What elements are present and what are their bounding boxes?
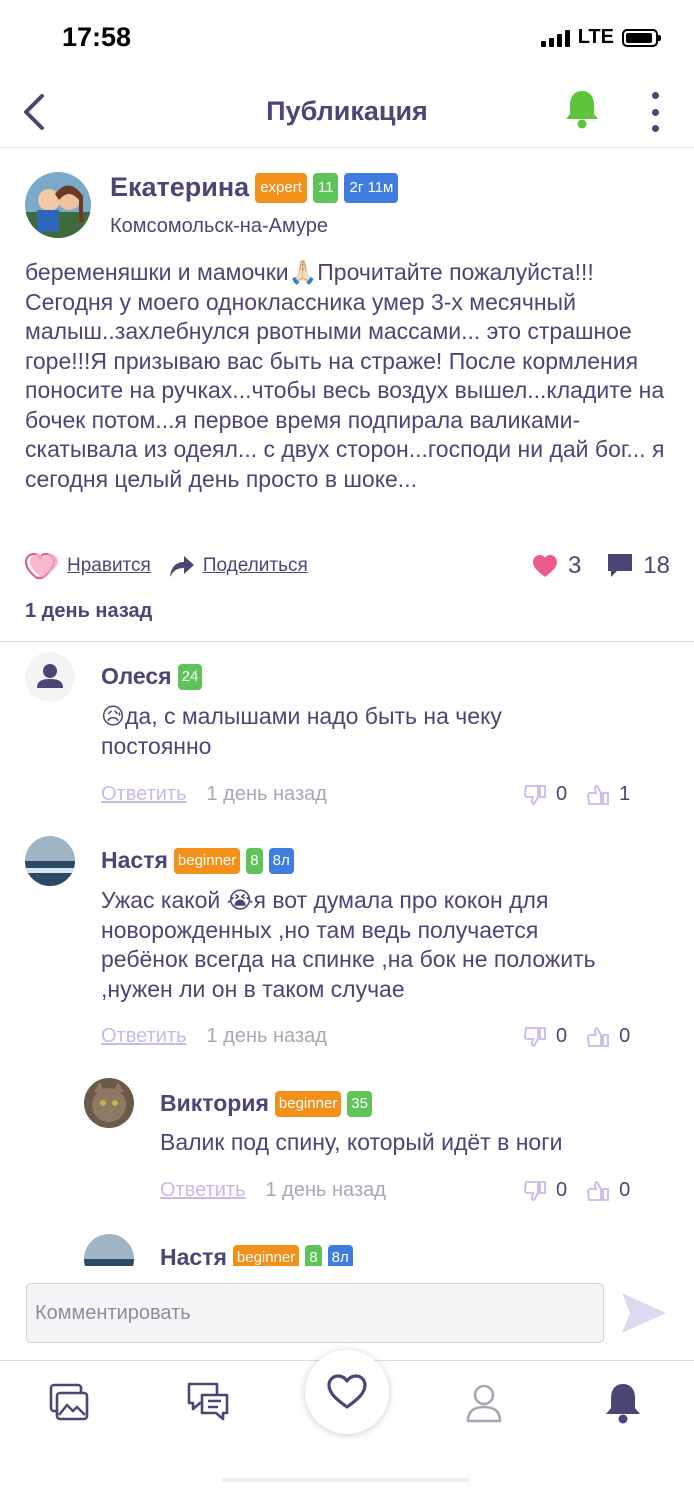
comment-author[interactable]: Настя: [160, 1244, 227, 1266]
comment-author[interactable]: Настя: [101, 847, 168, 874]
status-time: 17:58: [62, 22, 132, 52]
reply-link[interactable]: Ответить: [160, 1179, 246, 1202]
comment-icon[interactable]: [607, 553, 633, 579]
comment-avatar[interactable]: [25, 836, 75, 886]
thumbs-down-icon[interactable]: [524, 784, 546, 806]
comment-meta: Ответить 1 день назад: [101, 783, 327, 806]
comment-time: 1 день назад: [206, 783, 327, 805]
share-button[interactable]: Поделиться: [169, 554, 308, 578]
comment-votes: 0 0: [524, 1025, 650, 1048]
comment-votes: 0 0: [524, 1179, 650, 1202]
likes-count: 3: [567, 552, 582, 579]
thumbs-up-icon[interactable]: [587, 1026, 610, 1048]
comment-author-row: Настя beginner 8 8л: [160, 1244, 353, 1266]
favorites-button[interactable]: [305, 1350, 389, 1434]
battery-icon: [622, 28, 661, 47]
comment-author-row: Олеся 24: [101, 663, 203, 690]
chat-icon[interactable]: [186, 1381, 230, 1425]
thumbs-up-icon[interactable]: [587, 1180, 610, 1202]
comment-time: 1 день назад: [206, 1025, 327, 1047]
post-time: 1 день назад: [25, 600, 153, 622]
comment-author-row: Виктория beginner 35: [160, 1090, 372, 1117]
like-count: 1: [619, 783, 631, 805]
thumbs-up-icon[interactable]: [587, 784, 610, 806]
like-button[interactable]: Нравится: [25, 552, 151, 580]
comment-author-row: Настя beginner 8 8л: [101, 847, 294, 874]
divider: [0, 641, 694, 642]
age-badge: 8л: [268, 847, 294, 874]
heart-outline-icon: [25, 552, 58, 580]
comment-votes: 0 1: [524, 783, 650, 806]
heart-filled-icon: [532, 555, 557, 577]
comment-partial: Настя beginner 8 8л: [0, 1230, 694, 1266]
signal-icon: [540, 29, 570, 47]
thumbs-down-icon[interactable]: [524, 1026, 546, 1048]
thumbs-down-icon[interactable]: [524, 1180, 546, 1202]
notifications-icon[interactable]: [601, 1381, 645, 1425]
status-indicators: LTE: [540, 26, 661, 49]
age-badge: 8л: [327, 1244, 353, 1266]
level-badge: beginner: [274, 1090, 342, 1117]
comment-avatar[interactable]: [25, 652, 75, 702]
count-badge: 35: [347, 1090, 372, 1117]
comment-text: Валик под спину, который идёт в ноги: [160, 1129, 563, 1155]
author-avatar[interactable]: [25, 172, 91, 238]
count-badge: 8: [246, 847, 263, 874]
heart-icon: [327, 1374, 367, 1409]
like-count: 0: [619, 1025, 631, 1047]
profile-icon[interactable]: [462, 1381, 506, 1425]
comment-avatar[interactable]: [84, 1234, 134, 1266]
level-badge: expert: [255, 172, 307, 203]
comment-input[interactable]: Комментировать: [26, 1283, 604, 1343]
level-badge: beginner: [232, 1244, 300, 1266]
home-indicator: [222, 1478, 470, 1482]
post-text: беременяшки и мамочки🙏🏻Прочитайте пожалу…: [25, 259, 665, 492]
share-label: Поделиться: [202, 555, 308, 576]
send-icon[interactable]: [620, 1289, 668, 1337]
comment-meta: Ответить 1 день назад: [160, 1179, 386, 1202]
comment-time: 1 день назад: [265, 1179, 386, 1201]
comment-author[interactable]: Олеся: [101, 663, 172, 690]
comment-author[interactable]: Виктория: [160, 1090, 269, 1117]
post-author-name[interactable]: Екатерина: [110, 172, 249, 203]
age-badge: 2г 11м: [344, 172, 399, 203]
comment-text: 😥да, с малышами надо быть на чеку постоя…: [101, 703, 502, 759]
level-badge: beginner: [173, 847, 241, 874]
dislike-count: 0: [556, 1179, 568, 1201]
network-label: LTE: [577, 26, 614, 48]
more-menu-icon[interactable]: [648, 92, 662, 132]
post-actions: Нравится Поделиться 3 18: [25, 550, 670, 582]
author-city: Комсомольск-на-Амуре: [110, 215, 328, 237]
post-author-row: Екатерина expert 11 2г 11м: [110, 172, 399, 203]
reply-link[interactable]: Ответить: [101, 783, 187, 806]
count-badge: 24: [177, 663, 203, 690]
dislike-count: 0: [556, 783, 568, 805]
count-badge: 8: [305, 1244, 322, 1266]
like-count: 0: [619, 1179, 631, 1201]
comments-count: 18: [643, 552, 670, 579]
reply-link[interactable]: Ответить: [101, 1025, 187, 1048]
comment-text: Ужас какой 😭я вот думала про кокон для н…: [101, 887, 596, 1002]
comment-avatar[interactable]: [84, 1078, 134, 1128]
comment-placeholder: Комментировать: [35, 1301, 191, 1324]
dislike-count: 0: [556, 1025, 568, 1047]
gallery-icon[interactable]: [47, 1381, 91, 1425]
count-badge: 11: [312, 172, 339, 203]
share-icon: [169, 556, 194, 577]
comment-meta: Ответить 1 день назад: [101, 1025, 327, 1048]
like-label: Нравится: [67, 555, 151, 576]
bell-icon[interactable]: [562, 88, 602, 130]
